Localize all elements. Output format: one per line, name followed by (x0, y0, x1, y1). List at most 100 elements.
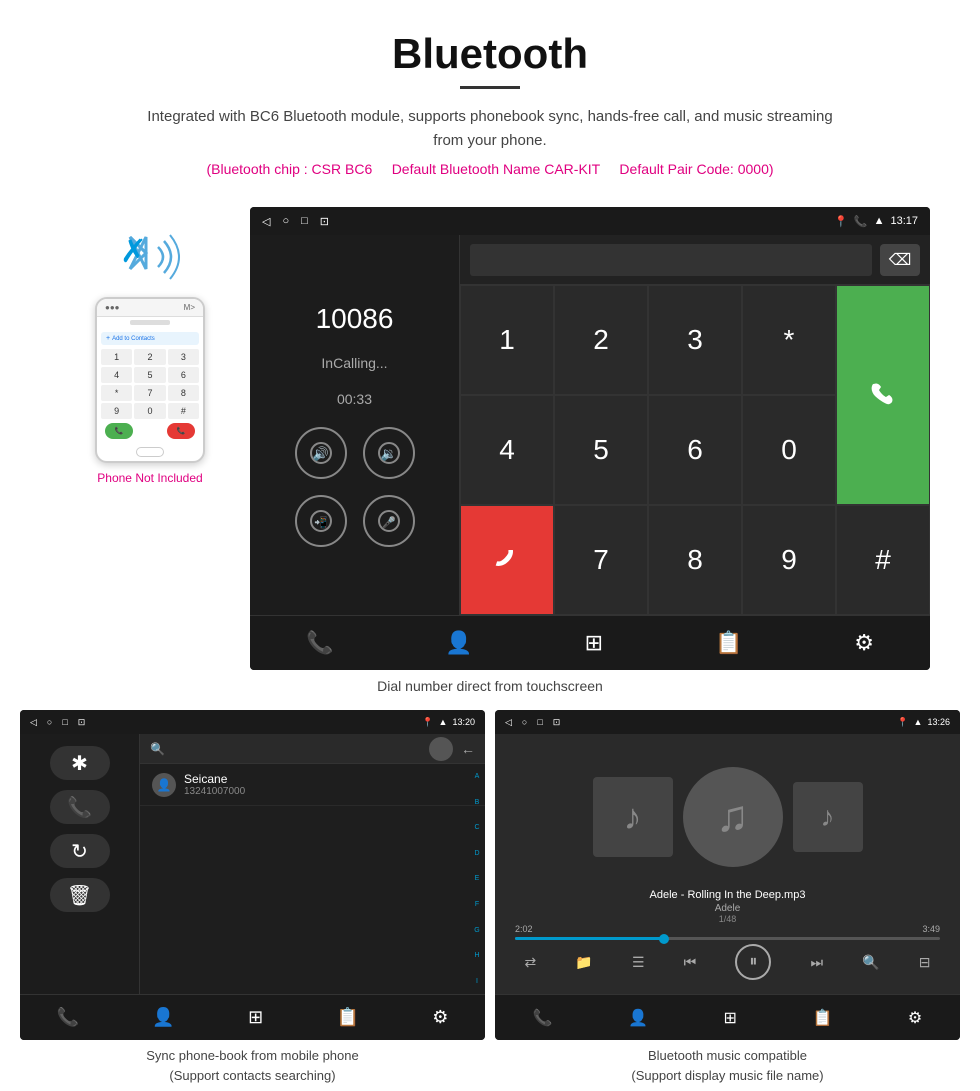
music-bottom-call[interactable]: 📞 (533, 1008, 553, 1028)
search-music-icon[interactable]: 🔍 (862, 954, 879, 971)
bottombar-contacts-icon[interactable]: 👤 (445, 630, 472, 656)
key-3[interactable]: 3 (648, 285, 742, 395)
statusbar-nav: ◁ ○ □ ⊡ (262, 215, 329, 228)
pb-sync-icon[interactable]: ↻ (50, 834, 110, 868)
bottombar-transfer-icon[interactable]: 📋 (715, 630, 742, 656)
contact-item[interactable]: 👤 Seicane 13241007000 (140, 764, 485, 806)
folder-icon[interactable]: 📁 (575, 954, 592, 971)
call-button[interactable] (836, 285, 930, 505)
time-display: 13:17 (890, 215, 918, 227)
phonebook-screen: ◁ ○ □ ⊡ 📍 ▲ 13:20 ✱ 📞 ↻ 🗑 (20, 710, 485, 1040)
search-icon: 🔍 (150, 742, 165, 756)
nav-home-icon[interactable]: ○ (282, 215, 289, 227)
music-album-area: ♪ ♫ ♪ (505, 744, 950, 889)
main-caption: Dial number direct from touchscreen (0, 678, 980, 694)
bottombar-settings-icon[interactable]: ⚙ (854, 630, 874, 656)
dial-btn-row-1: 🔊 🔉 (295, 427, 415, 479)
play-icon: ⏸ (749, 953, 757, 971)
music-bottombar: 📞 👤 ⊞ 📋 ⚙ (495, 994, 960, 1040)
music-nav-back[interactable]: ◁ (505, 717, 512, 728)
pb-back-arrow: ← (461, 741, 475, 757)
pb-nav-app[interactable]: ⊡ (78, 717, 86, 728)
pb-bluetooth-icon[interactable]: ✱ (50, 746, 110, 780)
dialpad-8: 8 (168, 385, 199, 401)
volume-up-btn[interactable]: 🔊 (295, 427, 347, 479)
key-6[interactable]: 6 (648, 395, 742, 505)
key-9[interactable]: 9 (742, 505, 836, 615)
pb-bottom-settings[interactable]: ⚙ (432, 1007, 448, 1028)
music-track: 1/48 (650, 914, 806, 924)
pb-bottom-contacts[interactable]: 👤 (152, 1007, 174, 1028)
pb-time: 13:20 (452, 717, 475, 727)
contact-info: Seicane 13241007000 (184, 772, 245, 797)
main-screenshot-area: ✗ ●●● M> +Add to Contacts (0, 207, 980, 670)
pb-bottombar: 📞 👤 ⊞ 📋 ⚙ (20, 994, 485, 1040)
music-controls: ⇄ 📁 ☰ ⏮ ⏸ ⏭ 🔍 ⊟ (505, 940, 950, 984)
key-star[interactable]: * (742, 285, 836, 395)
music-nav-app[interactable]: ⊡ (553, 717, 561, 728)
svg-text:📲: 📲 (314, 516, 328, 529)
album-cover-right: ♪ (793, 782, 863, 852)
pb-nav-back[interactable]: ◁ (30, 717, 37, 728)
music-note-left: ♪ (624, 796, 642, 838)
music-bottom-settings[interactable]: ⚙ (908, 1008, 922, 1028)
next-track-btn[interactable]: ⏭ (810, 954, 823, 971)
nav-recent-icon[interactable]: □ (301, 215, 308, 227)
dial-display-input[interactable] (470, 244, 872, 276)
pb-location-icon: 📍 (422, 717, 433, 728)
key-2[interactable]: 2 (554, 285, 648, 395)
music-note-center: ♫ (716, 792, 749, 842)
phone-action-row: 📞 📞 (101, 423, 199, 439)
key-0[interactable]: 0 (742, 395, 836, 505)
spec-name: Default Bluetooth Name CAR-KIT (392, 161, 600, 177)
key-4[interactable]: 4 (460, 395, 554, 505)
key-5[interactable]: 5 (554, 395, 648, 505)
transfer-btn[interactable]: 📲 (295, 495, 347, 547)
key-hash[interactable]: # (836, 505, 930, 615)
music-content: ♪ ♫ ♪ Adele - Rolling In the Deep.mp3 Ad… (495, 734, 960, 994)
pb-nav-home[interactable]: ○ (47, 717, 52, 727)
pb-nav-recent[interactable]: □ (62, 717, 67, 727)
phonebook-screen-wrap: ◁ ○ □ ⊡ 📍 ▲ 13:20 ✱ 📞 ↻ 🗑 (20, 710, 485, 1085)
bottombar-call-icon[interactable]: 📞 (306, 630, 333, 656)
music-bottom-transfer[interactable]: 📋 (812, 1008, 832, 1028)
phonebook-caption: Sync phone-book from mobile phone (Suppo… (20, 1046, 485, 1085)
play-pause-btn[interactable]: ⏸ (735, 944, 771, 980)
dial-status: InCalling... (321, 355, 387, 371)
pb-bottom-keypad[interactable]: ⊞ (248, 1007, 263, 1028)
pb-call-icon[interactable]: 📞 (50, 790, 110, 824)
playlist-icon[interactable]: ☰ (632, 954, 645, 971)
bluetooth-signal-icon: ✗ (110, 227, 190, 287)
music-bottom-keypad[interactable]: ⊞ (724, 1008, 737, 1028)
prev-track-btn[interactable]: ⏮ (684, 954, 697, 971)
dialpad-4: 4 (101, 367, 132, 383)
key-7[interactable]: 7 (554, 505, 648, 615)
title-underline (460, 86, 520, 89)
bottombar-keypad-icon[interactable]: ⊞ (585, 630, 603, 656)
volume-down-btn[interactable]: 🔉 (363, 427, 415, 479)
key-8[interactable]: 8 (648, 505, 742, 615)
phone-top-bar: ●●● M> (97, 299, 203, 317)
shuffle-icon[interactable]: ⇄ (525, 954, 537, 971)
music-time: 13:26 (927, 717, 950, 727)
key-1[interactable]: 1 (460, 285, 554, 395)
music-bottom-contacts[interactable]: 👤 (628, 1008, 648, 1028)
pb-bottom-transfer[interactable]: 📋 (336, 1007, 358, 1028)
time-total: 3:49 (922, 924, 940, 934)
nav-back-icon[interactable]: ◁ (262, 215, 270, 228)
nav-app-icon[interactable]: ⊡ (320, 215, 329, 228)
dial-delete-btn[interactable]: ⌫ (880, 244, 920, 276)
equalizer-icon[interactable]: ⊟ (919, 954, 931, 971)
music-nav-recent[interactable]: □ (537, 717, 542, 727)
subtitle-text: Integrated with BC6 Bluetooth module, su… (140, 105, 840, 153)
phone-add-contacts: +Add to Contacts (101, 332, 199, 345)
mute-btn[interactable]: 🎤 (363, 495, 415, 547)
pb-delete-icon[interactable]: 🗑 (50, 878, 110, 912)
end-call-button[interactable] (460, 505, 554, 615)
dialpad-9: 9 (101, 403, 132, 419)
music-nav-home[interactable]: ○ (522, 717, 527, 727)
dial-right-panel: ⌫ 1 2 3 * 4 5 6 0 7 (460, 235, 930, 615)
pb-bottom-call[interactable]: 📞 (57, 1007, 79, 1028)
music-progress: 2:02 3:49 (505, 924, 950, 940)
progress-bar-bg[interactable] (515, 937, 940, 940)
